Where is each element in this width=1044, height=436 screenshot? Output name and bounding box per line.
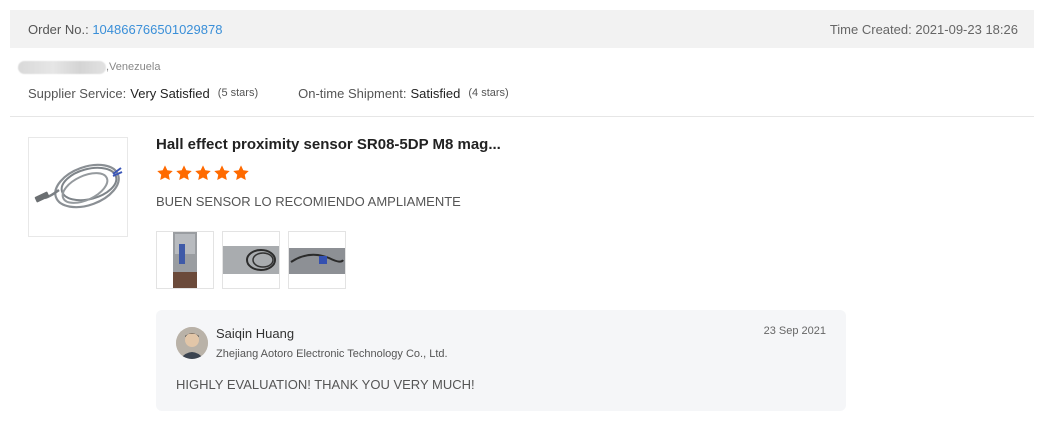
product-title[interactable]: Hall effect proximity sensor SR08-5DP M8… [156,136,501,153]
supplier-service-value: Very Satisfied [130,85,210,101]
product-thumbnail[interactable] [28,137,128,237]
shipment-stars: (4 stars) [468,87,509,99]
star-icon [157,165,173,181]
buyer-info: ,Venezuela [18,59,160,75]
star-icon [195,165,211,181]
star-icon [233,165,249,181]
supplier-service-stars: (5 stars) [217,87,259,99]
buyer-country: ,Venezuela [106,61,161,73]
reply-text: HIGHLY EVALUATION! THANK YOU VERY MUCH! [176,377,475,392]
review-photo-image [157,232,213,288]
reply-date: 23 Sep 2021 [763,325,826,337]
avatar [176,327,208,359]
shipment-rating: On-time Shipment: Satisfied (4 stars) [298,86,509,101]
shipment-label: On-time Shipment: [298,85,407,101]
review-star-rating [156,164,251,182]
review-photos [156,231,354,289]
order-number-link[interactable]: 104866766501029878 [92,22,222,37]
review-photo-image [289,232,345,288]
order-header: Order No.: 104866766501029878 Time Creat… [10,10,1034,48]
supplier-service-rating: Supplier Service: Very Satisfied (5 star… [28,86,258,101]
order-number-label: Order No.: [28,21,89,37]
review-photo-1[interactable] [156,231,214,289]
seller-name: Saiqin Huang [216,326,295,341]
shipment-value: Satisfied [410,85,461,101]
review-photo-3[interactable] [288,231,346,289]
order-number-group: Order No.: 104866766501029878 [28,22,222,37]
time-created: Time Created: 2021-09-23 18:26 [830,22,1018,37]
star-icon [214,165,230,181]
supplier-service-label: Supplier Service: [28,85,127,101]
review-photo-image [223,232,279,288]
review-text: BUEN SENSOR LO RECOMIENDO AMPLIAMENTE [156,194,461,209]
seller-company: Zhejiang Aotoro Electronic Technology Co… [216,348,448,360]
section-divider [10,116,1034,117]
review-photo-2[interactable] [222,231,280,289]
time-created-value: 2021-09-23 18:26 [915,21,1018,37]
time-created-label: Time Created: [829,21,912,37]
seller-reply: Saiqin Huang Zhejiang Aotoro Electronic … [156,310,846,411]
buyer-name-redacted [18,60,106,74]
user-avatar-icon [176,327,208,359]
sensor-cable-image [34,163,123,209]
star-icon [176,165,192,181]
seller-ratings: Supplier Service: Very Satisfied (5 star… [28,84,509,102]
